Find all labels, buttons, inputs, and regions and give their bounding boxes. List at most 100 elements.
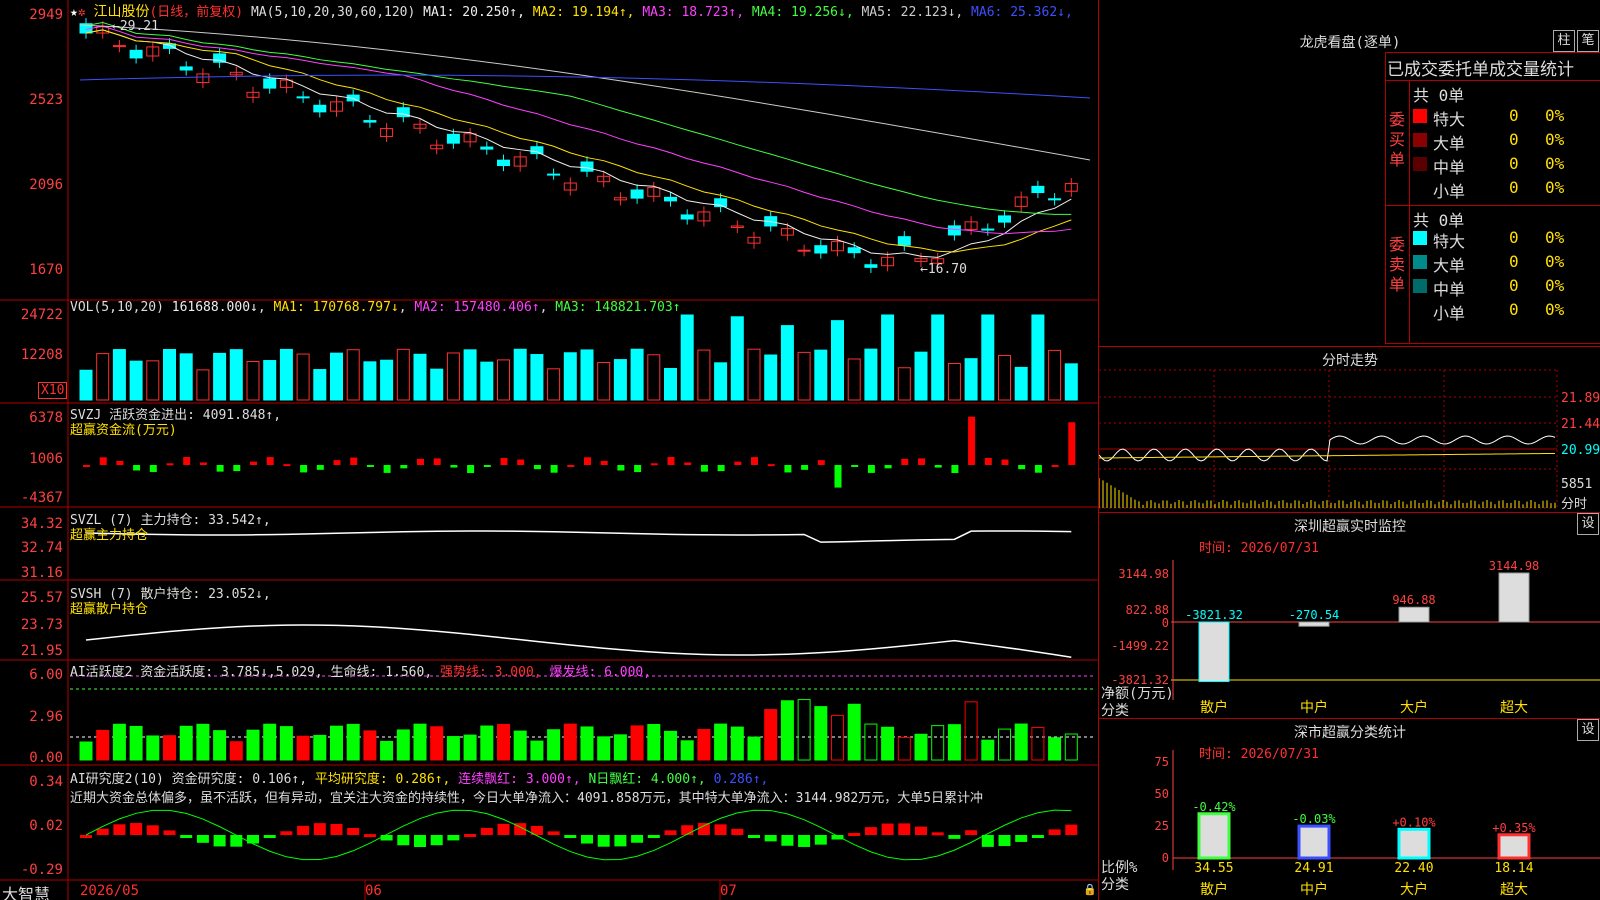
ai1-axis-label: 0.00 bbox=[29, 750, 63, 766]
activity-bar bbox=[547, 729, 561, 761]
vol-axis-label: 12208 bbox=[20, 347, 63, 363]
research-bar bbox=[480, 827, 493, 835]
volume-bar bbox=[780, 325, 794, 401]
stock-name[interactable]: 江山股份 bbox=[93, 4, 149, 20]
research-bar bbox=[647, 835, 660, 838]
fund-bar bbox=[300, 465, 308, 473]
fund-bar bbox=[1051, 464, 1059, 467]
sc-bar-value: 24.91 bbox=[1294, 861, 1333, 876]
research-bar bbox=[547, 831, 560, 835]
activity-bar bbox=[797, 699, 811, 761]
research-bar bbox=[497, 823, 510, 835]
activity-bar bbox=[998, 728, 1011, 761]
volume-bar bbox=[129, 360, 143, 401]
activity-bar bbox=[914, 733, 928, 761]
volume-bar bbox=[480, 361, 494, 401]
fund-bar bbox=[717, 465, 725, 472]
activity-bar bbox=[313, 734, 327, 761]
fund-bar bbox=[333, 460, 341, 465]
ai1-axis-label: 6.00 bbox=[29, 667, 63, 683]
research-bar bbox=[631, 835, 644, 843]
volume-bar bbox=[998, 355, 1011, 401]
candle-body bbox=[296, 96, 310, 99]
activity-bar bbox=[680, 740, 694, 761]
fund-bar bbox=[483, 465, 491, 467]
fund-bar bbox=[233, 465, 241, 472]
activity-bar bbox=[1064, 733, 1078, 761]
fund-bar bbox=[166, 463, 174, 466]
chart-area[interactable]: 2949 2523 2096 1670 ★✲ 江山股份(日线，前复权) MA(5… bbox=[0, 0, 1098, 900]
volume-bar bbox=[814, 349, 828, 401]
research-bar bbox=[948, 835, 961, 839]
svzl-axis-label: 31.16 bbox=[20, 565, 63, 581]
fund-bar bbox=[183, 457, 191, 465]
fund-bar bbox=[533, 465, 541, 470]
research-bar bbox=[864, 827, 877, 835]
chart-canvas[interactable] bbox=[0, 0, 1098, 900]
fund-bar bbox=[918, 458, 925, 465]
fund-bar bbox=[83, 465, 90, 467]
period-label: (日线，前复权) bbox=[149, 5, 244, 20]
candle-body bbox=[480, 146, 494, 150]
fund-bar bbox=[316, 465, 324, 470]
research-bar bbox=[330, 823, 343, 835]
sz-category: 中户 bbox=[1300, 699, 1328, 716]
vol-legend: VOL(5,10,20) 161688.000↓, MA1: 170768.79… bbox=[70, 300, 681, 315]
activity-bar bbox=[112, 723, 126, 761]
ai2-axis-label: -0.29 bbox=[20, 862, 63, 878]
fund-bar bbox=[1018, 465, 1026, 470]
price-axis-label: 1670 bbox=[29, 262, 63, 278]
fund-bar bbox=[584, 457, 591, 465]
right-panel: 龙虎看盘(逐单) 柱 笔 已成交委托单成交量统计 委买单 共 0单 特大 0 0% 大… bbox=[1098, 0, 1600, 900]
svzl-axis-label: 32.74 bbox=[20, 540, 63, 556]
research-bar bbox=[564, 835, 577, 838]
right-panel-canvas[interactable]: 3144.98822.880-1499.22-3821.32-3821.32散户… bbox=[1099, 0, 1600, 900]
lock-icon[interactable]: 🔒 bbox=[1083, 883, 1097, 896]
svzl-sub: 超赢主力持仓 bbox=[70, 528, 149, 543]
volume-bar bbox=[196, 369, 210, 401]
date-label: 07 bbox=[720, 883, 737, 899]
sz-bar-value: 946.88 bbox=[1392, 593, 1435, 607]
activity-bar bbox=[430, 726, 444, 761]
sz-bar bbox=[1298, 621, 1330, 627]
ma-line bbox=[85, 29, 1072, 258]
research-bar bbox=[1065, 824, 1078, 835]
star-icon[interactable]: ★ bbox=[70, 5, 78, 20]
research-bar bbox=[263, 835, 276, 838]
fund-bar bbox=[751, 457, 758, 465]
research-bar bbox=[347, 827, 360, 835]
fund-bar bbox=[149, 465, 157, 473]
activity-bar bbox=[931, 725, 945, 761]
activity-bar bbox=[129, 725, 143, 761]
volume-bar bbox=[1064, 363, 1078, 401]
activity-bar bbox=[513, 730, 527, 761]
sc-bar-change: -0.42% bbox=[1192, 800, 1236, 814]
sz-category: 大户 bbox=[1400, 699, 1428, 716]
research-bar bbox=[464, 833, 477, 837]
volume-bar bbox=[430, 368, 444, 401]
research-bar bbox=[764, 835, 777, 842]
flag-icon[interactable]: ✲ bbox=[78, 5, 86, 20]
activity-bar bbox=[597, 736, 611, 761]
volume-bar bbox=[647, 354, 661, 401]
sz-bar bbox=[1498, 572, 1530, 623]
activity-bar bbox=[881, 726, 895, 761]
volume-bar bbox=[313, 369, 327, 401]
ma-value: MA2: 19.194↑, bbox=[524, 5, 635, 20]
research-bar bbox=[447, 835, 460, 841]
research-bar bbox=[965, 830, 978, 835]
research-bar bbox=[280, 831, 293, 835]
volume-bar bbox=[730, 316, 744, 401]
activity-bar bbox=[246, 729, 260, 761]
volume-bar bbox=[897, 367, 911, 401]
sz-bar-value: 3144.98 bbox=[1489, 559, 1540, 573]
svzj-axis-label: 1006 bbox=[29, 451, 63, 467]
research-bar bbox=[230, 835, 243, 847]
volume-bar bbox=[914, 351, 928, 401]
research-bar bbox=[196, 835, 209, 843]
volume-bar bbox=[396, 348, 410, 401]
sc-bar bbox=[1197, 812, 1231, 860]
sc-bar bbox=[1397, 827, 1431, 860]
research-bar bbox=[614, 835, 627, 847]
fund-bar bbox=[450, 465, 458, 468]
